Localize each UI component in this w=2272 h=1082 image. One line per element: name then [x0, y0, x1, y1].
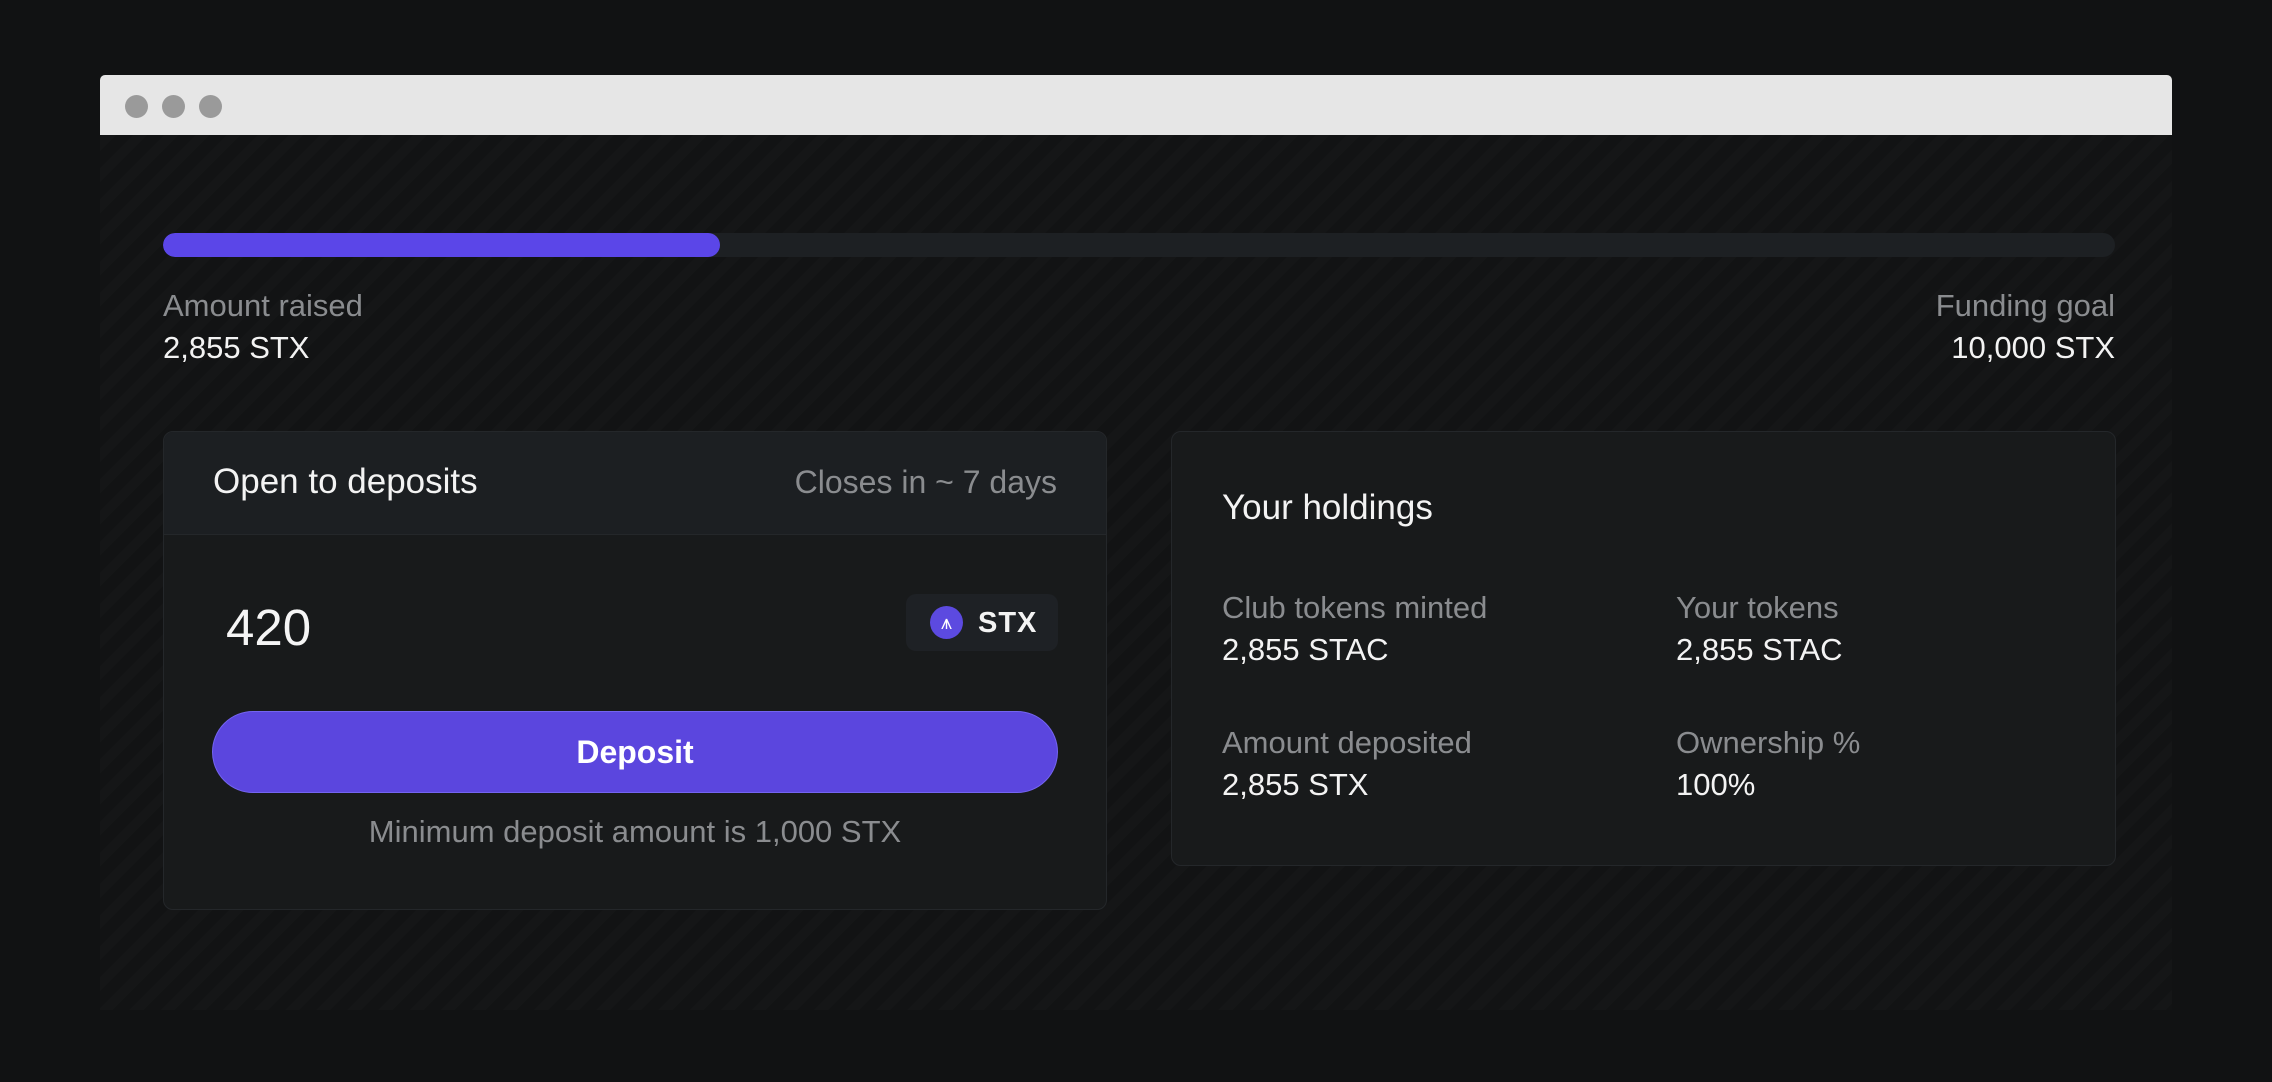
- deposit-status-title: Open to deposits: [213, 462, 478, 501]
- deposit-button[interactable]: Deposit: [212, 711, 1058, 793]
- window-maximize-dot[interactable]: [199, 95, 222, 118]
- funding-progress-fill: [163, 233, 721, 257]
- funding-goal-label: Funding goal: [1935, 288, 2115, 323]
- amount-raised-value: 2,855 STX: [163, 330, 310, 365]
- deposit-amount-input[interactable]: [224, 590, 788, 664]
- minimum-deposit-note: Minimum deposit amount is 1,000 STX: [368, 814, 902, 849]
- holdings-card: Your holdings Club tokens minted 2,855 S…: [1171, 431, 2116, 866]
- amount-raised-label: Amount raised: [163, 288, 363, 323]
- your-tokens-label: Your tokens: [1676, 590, 1839, 625]
- amount-deposited-value: 2,855 STX: [1222, 767, 1369, 802]
- window-close-dot[interactable]: [125, 95, 148, 118]
- deposit-card-header: Open to deposits Closes in ~ 7 days: [164, 432, 1106, 535]
- amount-deposited-label: Amount deposited: [1222, 725, 1472, 760]
- ownership-percent-value: 100%: [1676, 767, 1756, 802]
- browser-window: Amount raised 2,855 STX Funding goal 10,…: [100, 75, 2172, 1010]
- token-label: STX: [978, 607, 1038, 639]
- funding-goal-value: 10,000 STX: [1951, 330, 2115, 365]
- window-minimize-dot[interactable]: [162, 95, 185, 118]
- deposit-closes-text: Closes in ~ 7 days: [794, 464, 1057, 500]
- funding-progress-bar: [163, 233, 2115, 257]
- club-tokens-minted-value: 2,855 STAC: [1222, 632, 1389, 667]
- your-tokens-value: 2,855 STAC: [1676, 632, 1843, 667]
- token-selector[interactable]: ⩚ STX: [906, 594, 1058, 651]
- club-tokens-minted-label: Club tokens minted: [1222, 590, 1488, 625]
- stacks-logo-icon: ⩚: [930, 606, 963, 639]
- window-titlebar: [100, 75, 2172, 135]
- deposit-card: Open to deposits Closes in ~ 7 days ⩚ ST…: [163, 431, 1107, 910]
- holdings-title: Your holdings: [1222, 488, 1433, 527]
- ownership-percent-label: Ownership %: [1676, 725, 1861, 760]
